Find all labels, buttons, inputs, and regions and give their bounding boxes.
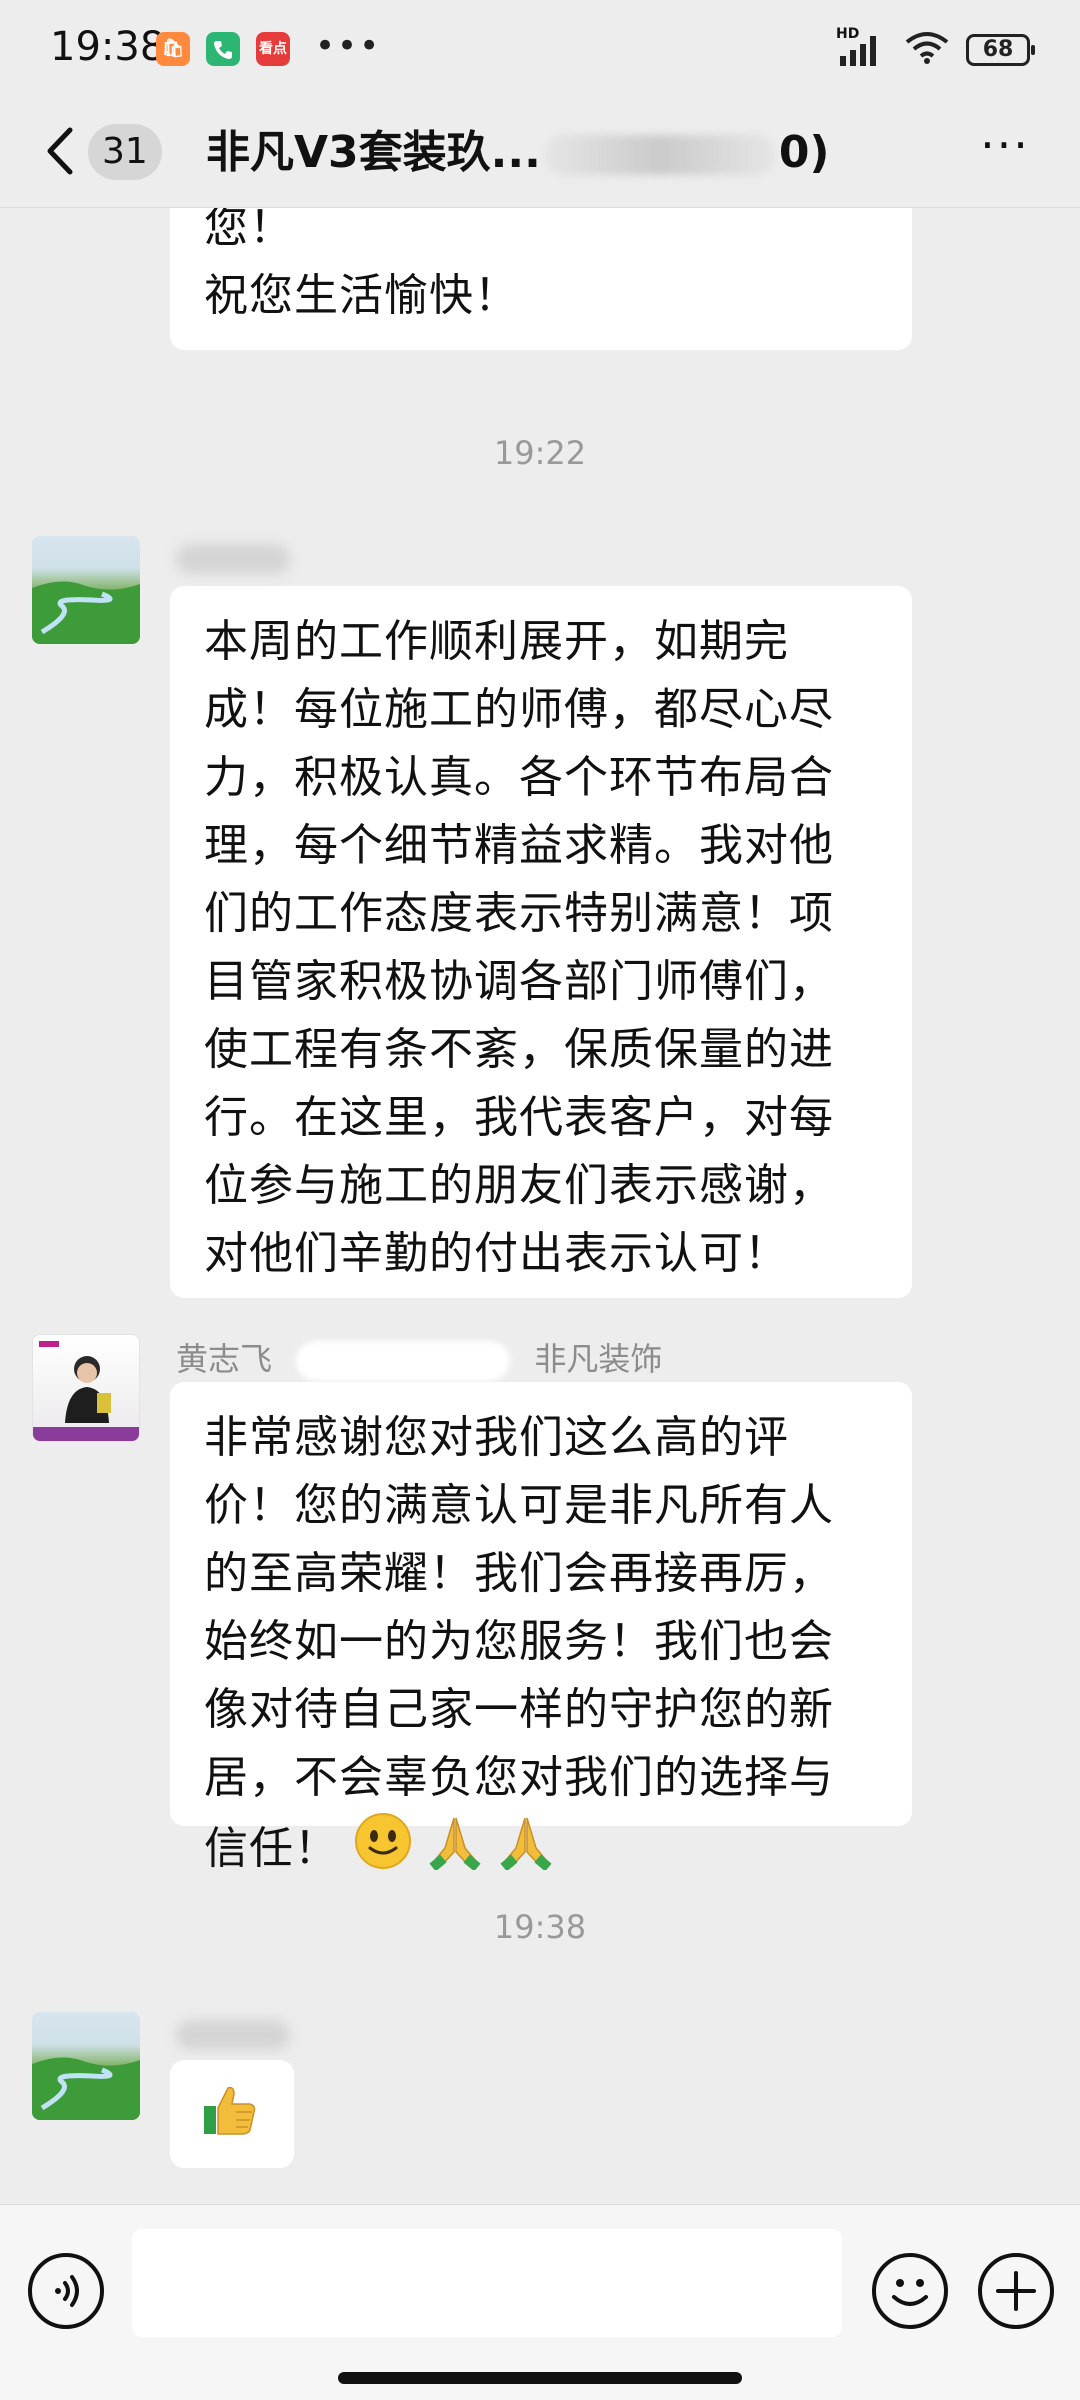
folded-hands-icon: [498, 1812, 554, 1890]
chat-title-text: 非凡V3套装玖...: [206, 127, 541, 178]
status-bar: 19:38 🛍 看点 ••• HD 68: [0, 0, 1080, 96]
sender-name-text: 黄志飞: [176, 1340, 273, 1378]
avatar[interactable]: [32, 1334, 140, 1442]
back-button[interactable]: [36, 116, 86, 186]
home-indicator[interactable]: [338, 2372, 742, 2384]
avatar[interactable]: [32, 2012, 140, 2120]
message-text: 本周的工作顺利展开，如期完成！每位施工的师傅，都尽心尽力，积极认真。各个环节布局…: [204, 616, 834, 1279]
message-bubble[interactable]: 本周的工作顺利展开，如期完成！每位施工的师傅，都尽心尽力，积极认真。各个环节布局…: [170, 586, 912, 1298]
thumbs-up-icon: [200, 2080, 260, 2160]
blurred-sender-name: [176, 544, 290, 574]
blurred-sender-name: [176, 2020, 290, 2050]
chat-title[interactable]: 非凡V3套装玖... 0): [206, 118, 846, 188]
signal-icon: HD: [836, 26, 888, 68]
sender-company: 非凡装饰: [534, 1340, 663, 1378]
blurred-title-segment: [544, 135, 775, 175]
landscape-avatar-image: [32, 2057, 140, 2120]
chat-message-list[interactable]: 您！ 祝您生活愉快！ 19:22 本周的工作顺利展开，如期完成！每位施工的师傅，…: [0, 208, 1080, 2204]
news-app-icon: 看点: [256, 32, 290, 66]
message-bubble[interactable]: 非常感谢您对我们这么高的评价！您的满意认可是非凡所有人的至高荣耀！我们会再接再厉…: [170, 1382, 912, 1874]
avatar[interactable]: [32, 536, 140, 644]
plus-icon[interactable]: [978, 2253, 1054, 2329]
message-timestamp: 19:22: [493, 434, 587, 472]
message-bubble[interactable]: [170, 2060, 294, 2168]
chat-title-suffix: 0): [778, 127, 830, 178]
wifi-icon: [904, 30, 950, 70]
slightly-smiling-face-icon: [354, 1812, 412, 1890]
chevron-left-icon: [47, 127, 73, 175]
shopping-app-icon: 🛍: [156, 32, 190, 66]
landscape-avatar-image: [32, 581, 140, 644]
phone-app-icon: [206, 32, 240, 66]
sender-name: 黄志飞 非凡装饰: [176, 1334, 662, 1381]
person-avatar-image: [33, 1341, 139, 1441]
more-dots-icon[interactable]: ···: [970, 120, 1040, 184]
status-overflow-icon: •••: [315, 26, 382, 66]
message-text: 您！ 祝您生活愉快！: [204, 208, 519, 321]
sender-name: [176, 538, 290, 576]
message-bubble[interactable]: 您！ 祝您生活愉快！: [170, 208, 912, 350]
status-right: HD 68: [836, 26, 1035, 70]
status-time: 19:38: [50, 24, 166, 70]
message-text: 非常感谢您对我们这么高的评价！您的满意认可是非凡所有人的至高荣耀！我们会再接再厉…: [204, 1412, 834, 1874]
input-bar: [0, 2204, 1080, 2400]
folded-hands-icon: [427, 1812, 483, 1890]
message-input[interactable]: [132, 2229, 842, 2337]
blurred-sender-detail: [296, 1341, 511, 1381]
battery-indicator: 68: [966, 34, 1035, 66]
chat-header: 31 非凡V3套装玖... 0) ···: [0, 96, 1080, 208]
message-timestamp: 19:38: [493, 1908, 587, 1946]
smiley-icon[interactable]: [872, 2253, 948, 2329]
unread-count-badge[interactable]: 31: [88, 124, 162, 180]
voice-icon[interactable]: [28, 2253, 104, 2329]
sender-name: [176, 2014, 290, 2052]
